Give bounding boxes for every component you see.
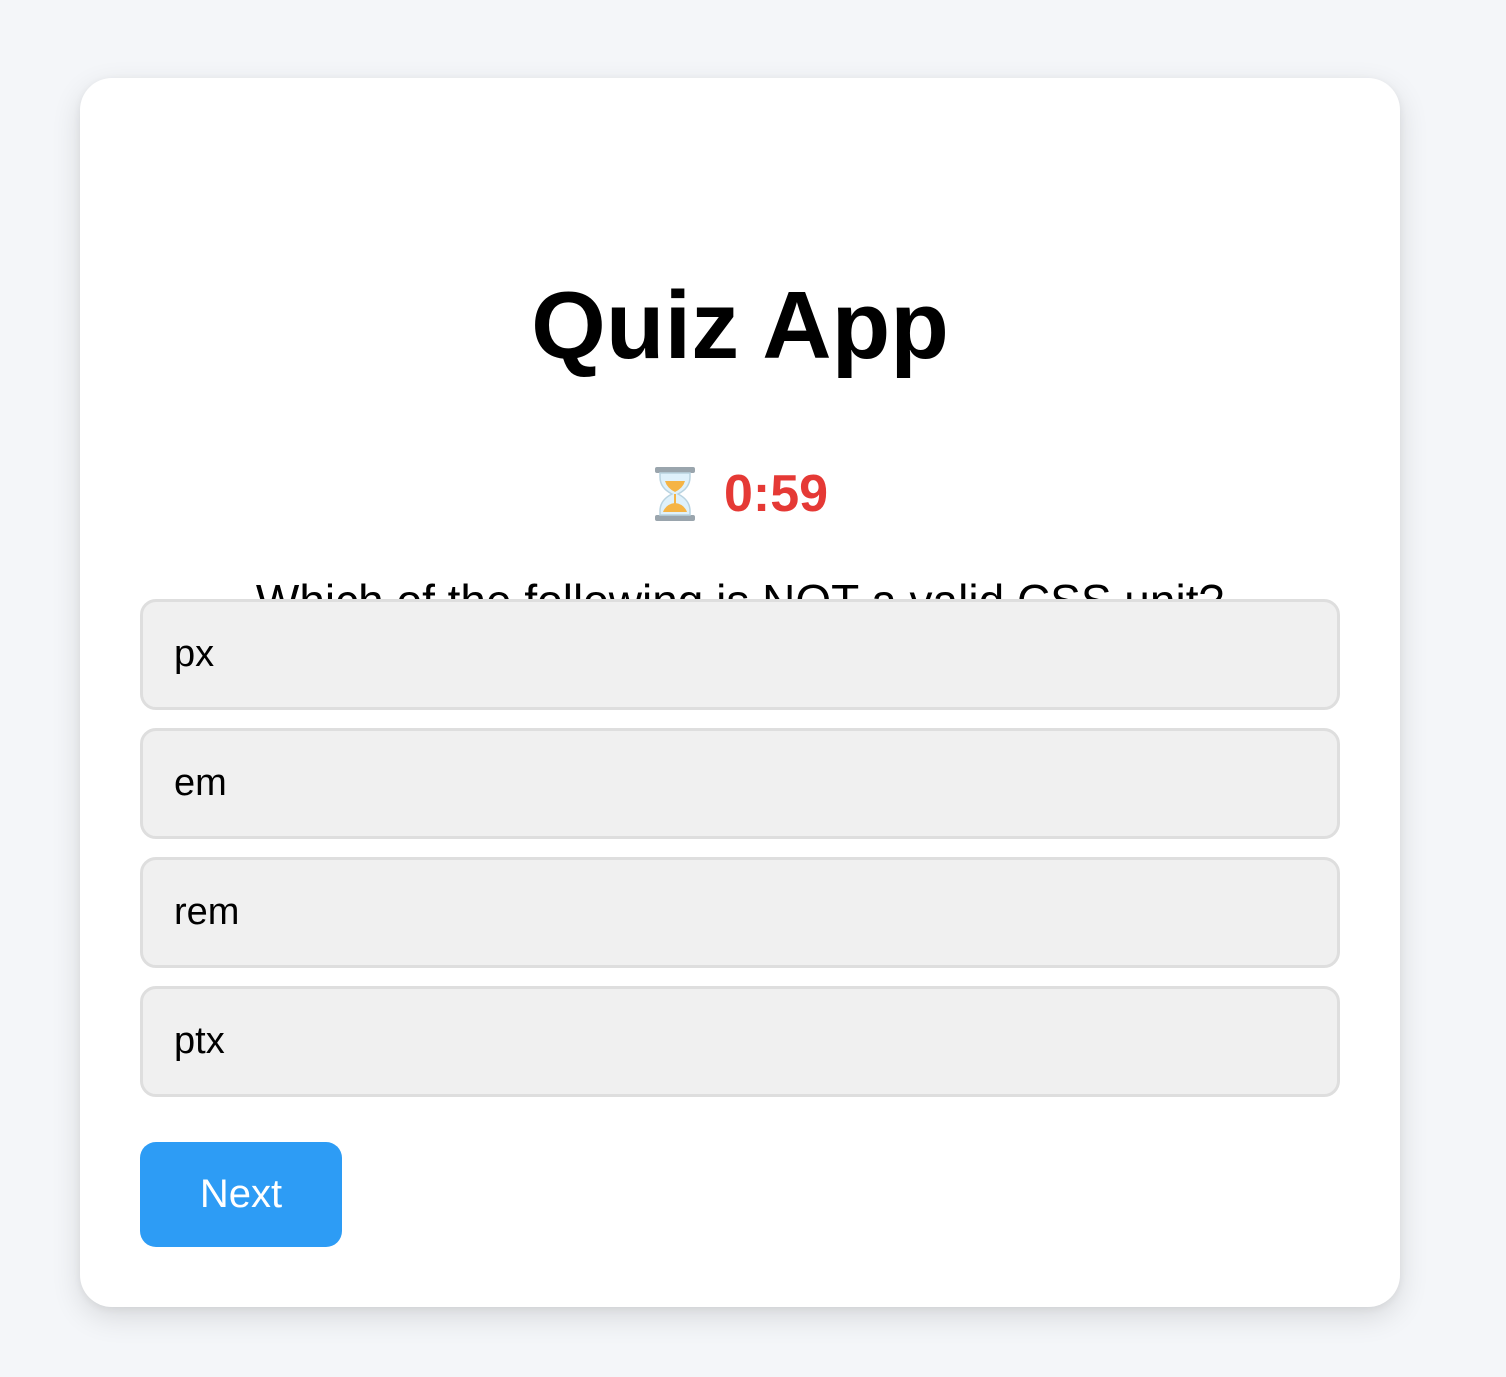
next-button[interactable]: Next <box>140 1142 342 1247</box>
answer-option[interactable]: rem <box>140 857 1340 968</box>
page-title: Quiz App <box>531 272 949 379</box>
answer-option[interactable]: ptx <box>140 986 1340 1097</box>
answer-option-label: em <box>174 762 227 804</box>
answer-option-label: px <box>174 633 215 675</box>
answer-option[interactable]: em <box>140 728 1340 839</box>
hourglass-icon <box>652 466 698 522</box>
answer-option-label: rem <box>174 891 240 933</box>
answer-options: px em rem ptx <box>140 599 1340 1115</box>
answer-option-label: ptx <box>174 1020 225 1062</box>
answer-option[interactable]: px <box>140 599 1340 710</box>
timer: 0:59 <box>80 464 1400 524</box>
timer-value: 0:59 <box>723 465 829 523</box>
